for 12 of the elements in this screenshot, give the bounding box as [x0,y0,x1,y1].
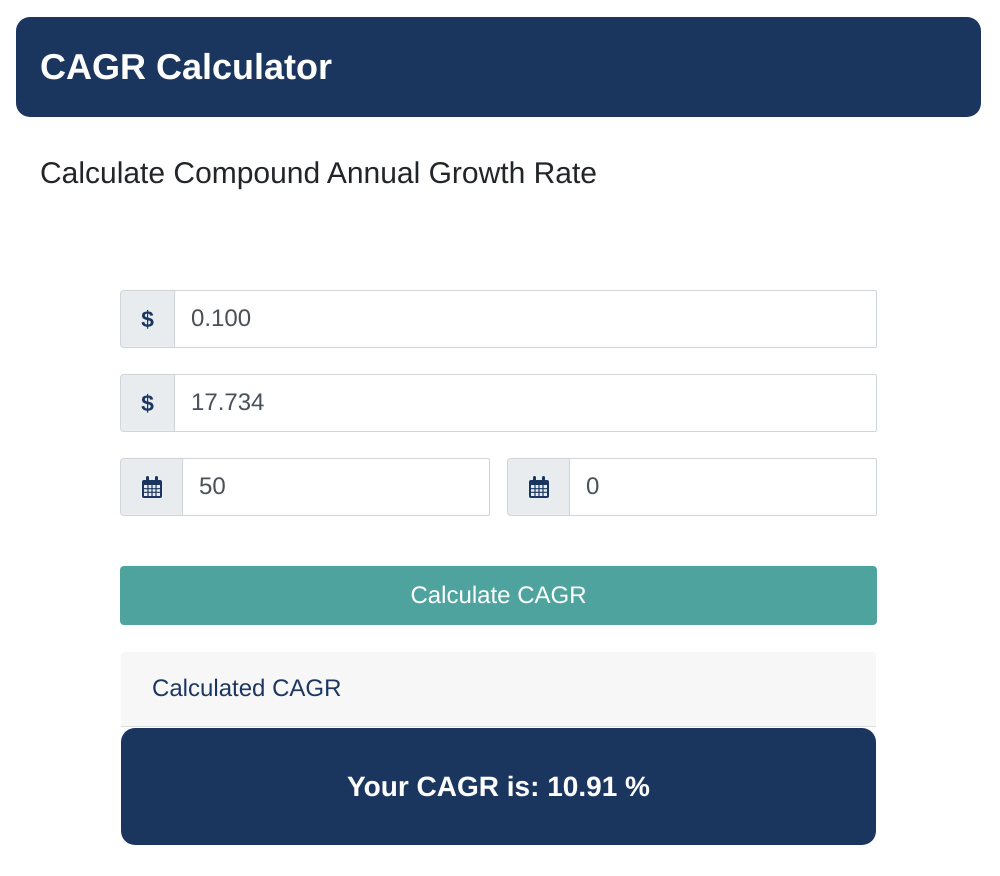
result-heading: Calculated CAGR [121,652,876,727]
currency-prefix: $ [120,290,174,348]
input-field[interactable]: 50 [182,458,490,516]
calendar-icon [528,476,548,498]
input-field[interactable]: 0 [569,458,877,516]
result-banner: Your CAGR is: 10.91 % [121,728,876,845]
input-field[interactable]: 17.734 [174,374,877,432]
calendar-icon [142,476,162,498]
page-title: CAGR Calculator [40,46,332,88]
subtitle: Calculate Compound Annual Growth Rate [40,156,598,192]
currency-prefix: $ [120,374,174,432]
input-field[interactable]: 0.100 [174,290,877,348]
